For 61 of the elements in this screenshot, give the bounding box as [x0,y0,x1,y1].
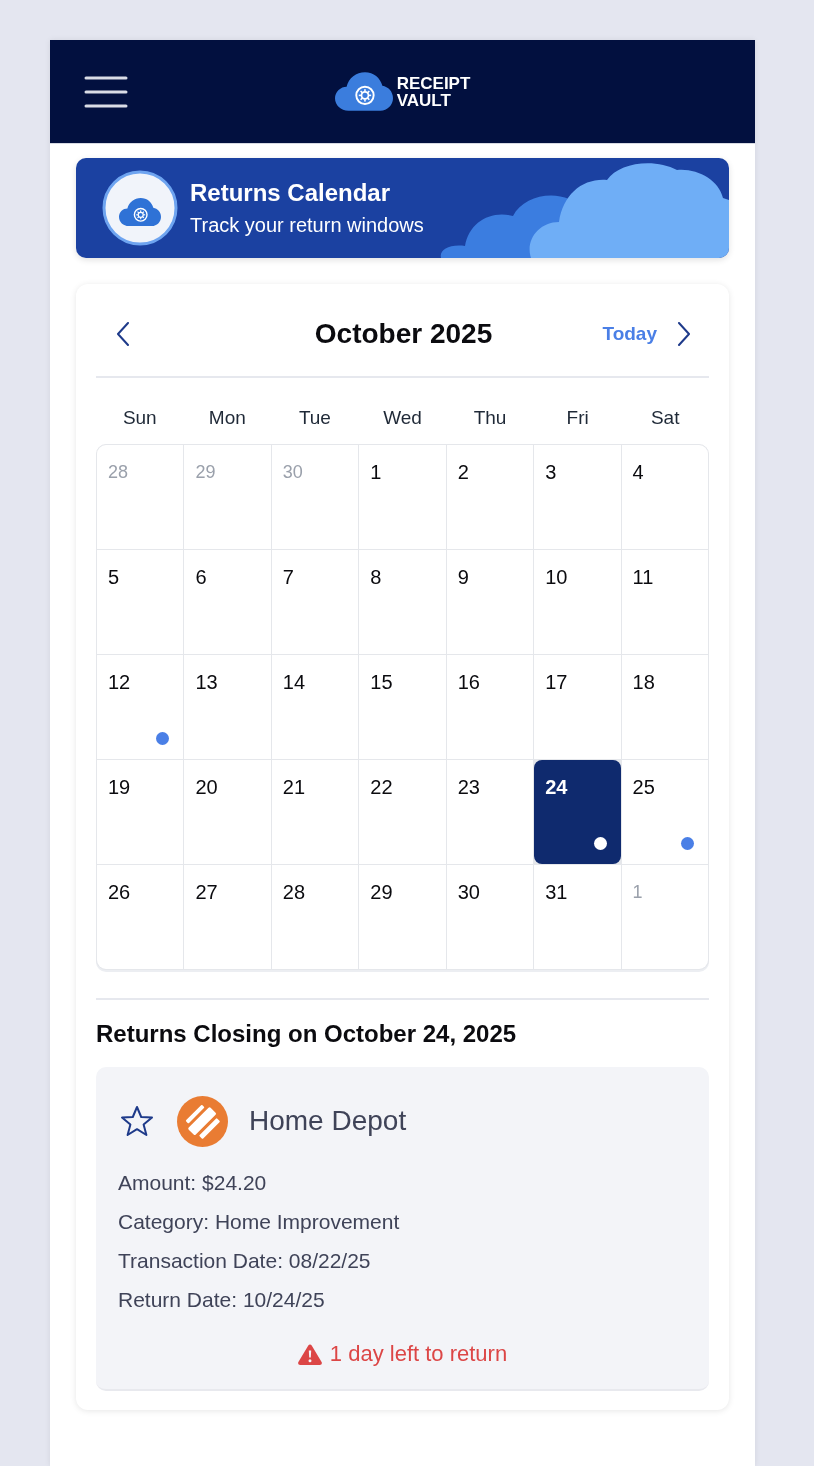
calendar-day[interactable]: 6 [184,550,271,654]
calendar-day[interactable]: 25 [621,760,708,864]
calendar-day[interactable]: 18 [621,655,708,759]
calendar-day[interactable]: 15 [359,655,446,759]
calendar-day[interactable]: 17 [534,655,621,759]
calendar-day[interactable]: 27 [184,865,271,969]
today-button[interactable]: Today [602,323,657,345]
calendar-day[interactable]: 2 [446,445,534,549]
weekday-label: Sun [121,407,158,429]
weekday-label: Tue [297,407,332,429]
menu-button[interactable] [84,75,128,108]
weekday-label: Mon [207,407,247,429]
calendar-day[interactable]: 1 [359,445,446,549]
calendar-day[interactable]: 31 [534,865,621,969]
calendar-day[interactable]: 4 [621,445,708,549]
cloud-badge-icon [102,170,178,246]
banner-title: Returns Calendar [190,179,392,207]
receipt-detail: Return Date: 10/24/25 [118,1287,326,1313]
weekday-label: Sat [649,407,681,429]
logo-text: RECEIPT VAULT [396,74,471,109]
calendar-day[interactable]: 23 [446,760,534,864]
weekday-label: Fri [565,407,590,429]
calendar-day[interactable]: 29 [359,865,446,969]
return-warning: 1 day left to return [329,1341,508,1367]
star-icon[interactable] [120,1105,154,1137]
previous-month-button[interactable] [116,322,130,346]
next-month-button[interactable] [677,322,691,346]
calendar-day[interactable]: 13 [184,655,271,759]
calendar-day[interactable]: 24 [534,760,621,864]
calendar-day[interactable]: 21 [271,760,359,864]
calendar-day[interactable]: 5 [97,550,184,654]
calendar-day[interactable]: 7 [271,550,359,654]
store-name: Home Depot [249,1105,407,1137]
calendar-day[interactable]: 20 [184,760,271,864]
calendar-day[interactable]: 26 [97,865,184,969]
warning-icon [297,1343,322,1365]
chevron-left-icon [116,322,130,346]
cloud-logo-icon [334,72,393,111]
receipt-detail: Transaction Date: 08/22/25 [118,1248,372,1274]
calendar-day[interactable]: 19 [97,760,184,864]
calendar-day[interactable]: 9 [446,550,534,654]
section-heading: Returns Closing on October 24, 2025 [96,1021,518,1047]
menu-icon [84,75,128,108]
weekday-label: Wed [382,407,423,429]
calendar-day[interactable]: 11 [621,550,708,654]
calendar-day[interactable]: 10 [534,550,621,654]
store-logo-icon [177,1095,228,1147]
calendar-day[interactable]: 30 [446,865,534,969]
calendar-day[interactable]: 8 [359,550,446,654]
weekday-label: Thu [472,407,508,429]
calendar-day[interactable]: 22 [359,760,446,864]
calendar-day[interactable]: 14 [271,655,359,759]
calendar-day[interactable]: 3 [534,445,621,549]
month-title: October 2025 [314,318,493,350]
calendar-day[interactable]: 16 [446,655,534,759]
chevron-right-icon [677,322,691,346]
calendar-day[interactable]: 28 [271,865,359,969]
receipt-detail: Amount: $24.20 [118,1170,268,1196]
receipt-detail: Category: Home Improvement [118,1209,401,1235]
banner-subtitle: Track your return windows [190,213,424,237]
calendar-day[interactable]: 12 [97,655,184,759]
